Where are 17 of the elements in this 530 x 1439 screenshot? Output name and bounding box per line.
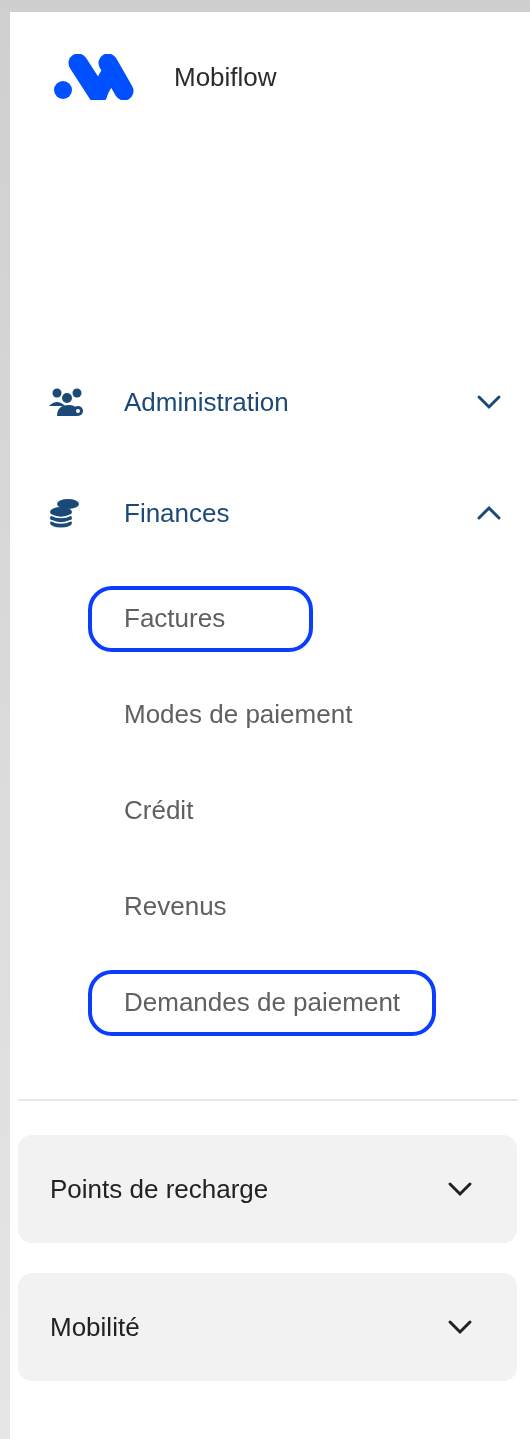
nav-subitem[interactable]: Crédit: [124, 795, 194, 825]
nav-group[interactable]: Finances: [10, 483, 530, 543]
nav-subitem[interactable]: Factures: [124, 603, 226, 633]
brand-name: Mobiflow: [174, 61, 277, 93]
chevron-up-icon[interactable]: [476, 505, 502, 521]
section-accordion[interactable]: Points de recharge: [18, 1135, 517, 1243]
nav-subitem[interactable]: Modes de paiement: [124, 699, 353, 729]
nav-subitem[interactable]: Revenus: [124, 891, 227, 921]
nav-group[interactable]: Administration: [10, 372, 530, 432]
nav-subitem[interactable]: Demandes de paiement: [124, 987, 401, 1017]
chevron-down-icon[interactable]: [447, 1181, 473, 1197]
logo-icon: [54, 54, 134, 100]
chevron-down-icon[interactable]: [447, 1319, 473, 1335]
chevron-down-icon[interactable]: [476, 394, 502, 410]
section-accordion[interactable]: Mobilité: [18, 1273, 517, 1381]
users-gear-icon: [48, 387, 86, 417]
coin-stack-icon: [48, 498, 82, 528]
